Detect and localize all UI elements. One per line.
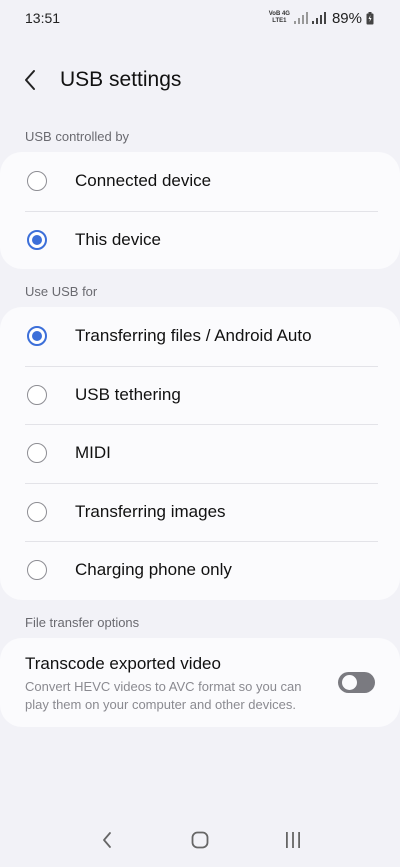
system-nav-bar xyxy=(0,813,400,867)
use-usb-for-card: Transferring files / Android Auto USB te… xyxy=(0,307,400,600)
radio-button[interactable] xyxy=(27,443,47,464)
transcode-toggle[interactable] xyxy=(338,672,375,693)
chevron-left-icon xyxy=(25,70,35,90)
recents-nav-icon xyxy=(286,832,301,848)
nav-recents-button[interactable] xyxy=(268,820,318,860)
option-transferring-images[interactable]: Transferring images xyxy=(0,482,400,542)
nav-back-button[interactable] xyxy=(82,820,132,860)
option-label: Charging phone only xyxy=(75,560,232,580)
option-usb-tethering[interactable]: USB tethering xyxy=(0,365,400,425)
signal-icon xyxy=(311,12,326,24)
section-label-usb-controlled-by: USB controlled by xyxy=(25,129,130,144)
option-label: Transferring files / Android Auto xyxy=(75,326,312,346)
nav-home-button[interactable] xyxy=(175,820,225,860)
section-label-use-usb-for: Use USB for xyxy=(25,284,98,299)
network-type-indicator: VoB 4G LTE1 xyxy=(269,11,290,25)
battery-icon xyxy=(366,11,374,24)
radio-button[interactable] xyxy=(27,560,47,581)
option-transferring-files[interactable]: Transferring files / Android Auto xyxy=(0,307,400,366)
status-time: 13:51 xyxy=(25,10,61,26)
option-label: Connected device xyxy=(75,171,212,191)
option-charging-phone-only[interactable]: Charging phone only xyxy=(0,541,400,600)
option-label: USB tethering xyxy=(75,384,181,404)
radio-button[interactable] xyxy=(27,384,47,405)
status-bar: 13:51 VoB 4G LTE1 89% xyxy=(0,0,400,36)
status-icons: VoB 4G LTE1 89% xyxy=(269,10,374,27)
signal-icon xyxy=(293,12,308,24)
option-label: This device xyxy=(75,229,161,249)
section-label-file-transfer-options: File transfer options xyxy=(25,615,140,630)
option-label: MIDI xyxy=(75,443,111,463)
toggle-knob xyxy=(342,675,357,690)
radio-button-selected[interactable] xyxy=(27,229,47,250)
transcode-title: Transcode exported video xyxy=(25,654,221,673)
usb-controlled-by-card: Connected device This device xyxy=(0,152,400,269)
radio-button[interactable] xyxy=(27,171,47,192)
radio-button-selected[interactable] xyxy=(27,326,47,347)
transcode-setting-row[interactable]: Transcode exported video Convert HEVC vi… xyxy=(0,638,400,727)
home-nav-icon xyxy=(191,831,209,849)
option-connected-device[interactable]: Connected device xyxy=(0,152,400,211)
app-header: USB settings xyxy=(0,60,400,100)
transcode-description: Convert HEVC videos to AVC format so you… xyxy=(25,679,302,712)
radio-button[interactable] xyxy=(27,501,47,522)
network-type-top: VoB 4G xyxy=(268,11,290,17)
battery-percent: 89% xyxy=(331,9,362,27)
page-title: USB settings xyxy=(60,68,182,91)
back-nav-icon xyxy=(102,832,111,848)
option-label: Transferring images xyxy=(75,501,226,521)
back-button[interactable] xyxy=(0,60,60,100)
option-this-device[interactable]: This device xyxy=(0,210,400,270)
option-midi[interactable]: MIDI xyxy=(0,424,400,483)
network-type-bottom: LTE1 xyxy=(272,18,287,24)
